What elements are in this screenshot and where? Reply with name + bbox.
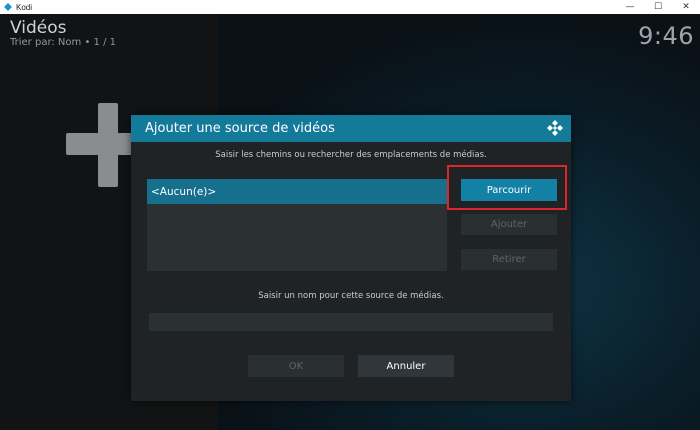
kodi-logo-icon bbox=[547, 120, 563, 136]
ok-button[interactable]: OK bbox=[248, 355, 344, 377]
add-video-source-dialog: Ajouter une source de vidéos Saisir les … bbox=[131, 115, 571, 401]
clock: 9:46 bbox=[638, 22, 694, 50]
paths-list[interactable]: <Aucun(e)> bbox=[147, 179, 447, 271]
sort-info: Trier par: Nom • 1 / 1 bbox=[10, 37, 116, 48]
source-name-field[interactable] bbox=[149, 313, 553, 331]
window-title: Kodi bbox=[16, 2, 33, 12]
minimize-button[interactable]: — bbox=[616, 0, 644, 14]
dialog-title: Ajouter une source de vidéos bbox=[145, 121, 335, 136]
cancel-button[interactable]: Annuler bbox=[358, 355, 454, 377]
name-hint: Saisir un nom pour cette source de média… bbox=[258, 291, 444, 301]
close-button[interactable]: ✕ bbox=[672, 0, 700, 14]
window-titlebar: Kodi — ☐ ✕ bbox=[0, 0, 700, 14]
path-item-none[interactable]: <Aucun(e)> bbox=[147, 179, 447, 204]
page-title: Vidéos bbox=[10, 18, 67, 38]
paths-hint: Saisir les chemins ou rechercher des emp… bbox=[215, 150, 487, 160]
add-button[interactable]: Ajouter bbox=[461, 214, 557, 235]
kodi-app-icon bbox=[4, 3, 12, 11]
remove-button[interactable]: Retirer bbox=[461, 249, 557, 270]
dialog-header: Ajouter une source de vidéos bbox=[131, 115, 571, 142]
maximize-button[interactable]: ☐ bbox=[644, 0, 672, 14]
annotation-highlight-box bbox=[447, 165, 567, 210]
